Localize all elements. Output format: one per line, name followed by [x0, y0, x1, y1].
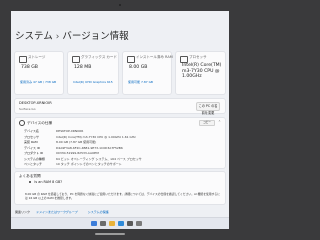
- device-model: Surface Go: [19, 107, 36, 111]
- chevron-up-icon[interactable]: ⌃: [218, 120, 221, 124]
- ram-card[interactable]: インストール済み RAM 8.00 GB 使用可能 7.87 GB: [122, 51, 173, 95]
- spec-row: プロセッサ Intel(R) Core(TM) m3-7Y30 CPU @ 1.0…: [24, 135, 136, 139]
- related-links: 関連リンク ドメインまたはワークグループ システムの保護: [15, 210, 109, 214]
- start-icon[interactable]: [91, 221, 97, 226]
- processor-icon: [180, 56, 188, 63]
- storage-value: 738 GB: [21, 65, 38, 70]
- spec-header[interactable]: デバイスの仕様: [19, 120, 52, 126]
- device-name: DESKTOP-XRNIOIR: [19, 101, 52, 105]
- system-protection-link[interactable]: システムの保護: [88, 210, 109, 214]
- processor-value: Intel(R) Core(TM) m3-7Y30 CPU @ 1.00GHz: [182, 63, 222, 80]
- camera-icon: [119, 4, 121, 6]
- clock-area[interactable]: [206, 221, 222, 226]
- spec-value: Intel(R) Core(TM) m3-7Y30 CPU @ 1.00GHz …: [56, 134, 136, 139]
- graphics-card-icon: [72, 56, 80, 63]
- graphics-label: グラフィックス カード: [81, 55, 117, 59]
- faq-question-text: Is an RAM 8 GB?: [34, 180, 63, 184]
- settings-icon[interactable]: [136, 221, 142, 226]
- ram-label: インストール済み RAM: [136, 55, 173, 59]
- file-explorer-icon[interactable]: [109, 221, 115, 226]
- spec-key: ペンとタッチ: [24, 162, 43, 166]
- storage-sub: 使用済み 47 GB / 738 GB: [20, 80, 57, 84]
- ram-value: 8.00 GB: [129, 65, 148, 70]
- spec-row: 実装 RAM 8.00 GB (7.87 GB 使用可能): [24, 140, 96, 144]
- info-icon: [19, 120, 25, 126]
- breadcrumb-current: バージョン情報: [62, 31, 129, 42]
- ram-icon: [127, 56, 135, 63]
- spec-row: ペンとタッチ 10 タッチ ポイントでのペンとタッチのサポート: [24, 162, 122, 166]
- spec-key: デバイス ID: [24, 145, 41, 150]
- related-label: 関連リンク: [15, 210, 31, 214]
- spec-key: デバイス名: [24, 129, 39, 133]
- device-spec-panel: デバイスの仕様 コピー ⌃ デバイス名 DESKTOP-XRNIOIR プロセッサ…: [14, 117, 226, 169]
- graphics-sub: Intel(R) UHD Graphics 615: [73, 80, 113, 84]
- search-icon[interactable]: [100, 221, 106, 226]
- breadcrumb-parent[interactable]: システム: [15, 31, 53, 42]
- faq-question[interactable]: Is an RAM 8 GB?: [29, 180, 62, 184]
- home-indicator: [95, 233, 125, 235]
- spec-row: デバイス名 DESKTOP-XRNIOIR: [24, 129, 83, 133]
- page-title: システム › バージョン情報: [15, 28, 129, 42]
- faq-title: よくある質問: [19, 174, 41, 178]
- spec-value: DESKTOP-XRNIOIR: [56, 129, 84, 133]
- spec-row: プロダクト ID 00330-51999-82533-AAOEM: [24, 151, 99, 155]
- spec-value: 10 タッチ ポイントでのペンとタッチのサポート: [56, 162, 122, 166]
- breadcrumb-separator: ›: [55, 32, 60, 42]
- edge-icon[interactable]: [118, 221, 124, 226]
- spec-key: プロダクト ID: [24, 151, 44, 155]
- processor-label: プロセッサ: [189, 55, 207, 59]
- ram-sub: 使用可能 7.87 GB: [128, 80, 153, 84]
- spec-title: デバイスの仕様: [27, 121, 53, 125]
- graphics-card[interactable]: グラフィックス カード 128 MB Intel(R) UHD Graphics…: [67, 51, 119, 95]
- store-icon[interactable]: [127, 221, 133, 226]
- copy-button[interactable]: コピー: [199, 120, 215, 126]
- domain-workgroup-link[interactable]: ドメインまたはワークグループ: [36, 210, 78, 214]
- device-name-bar: DESKTOP-XRNIOIR Surface Go この PC の名前を変更: [14, 98, 226, 115]
- storage-label: ストレージ: [28, 55, 46, 59]
- storage-icon: [19, 56, 27, 63]
- faq-panel: よくある質問 Is an RAM 8 GB? 8.00 GB の RAM を搭載…: [14, 171, 226, 205]
- settings-window: システム › バージョン情報 ストレージ 738 GB 使用済み 47 GB / 7…: [11, 11, 229, 229]
- processor-card[interactable]: プロセッサ Intel(R) Core(TM) m3-7Y30 CPU @ 1.…: [175, 51, 226, 95]
- rename-pc-button[interactable]: この PC の名前を変更: [196, 102, 220, 115]
- bullet-icon: [29, 180, 32, 183]
- spec-value: D4A9F3A8-6F2C-4B81-9E73-1C0D3A7F52B6: [56, 145, 123, 150]
- spec-row: システムの種類 64 ビット オペレーティング システム、x64 ベース プロセッ…: [24, 157, 142, 161]
- spec-key: 実装 RAM: [24, 140, 38, 144]
- graphics-value: 128 MB: [74, 65, 92, 70]
- spec-row: デバイス ID D4A9F3A8-6F2C-4B81-9E73-1C0D3A7F5…: [24, 146, 123, 150]
- spec-key: プロセッサ: [24, 134, 40, 139]
- faq-answer: 8.00 GB の RAM を搭載しており、PC を問題なく快適にご使用いただけ…: [25, 192, 220, 200]
- storage-card[interactable]: ストレージ 738 GB 使用済み 47 GB / 738 GB: [14, 51, 64, 95]
- spec-key: システムの種類: [24, 156, 45, 161]
- spec-value: 00330-51999-82533-AAOEM: [56, 151, 99, 155]
- spec-value: 8.00 GB (7.87 GB 使用可能): [56, 140, 97, 144]
- spec-value: 64 ビット オペレーティング システム、x64 ベース プロセッサ: [56, 156, 142, 161]
- taskbar: [11, 217, 229, 229]
